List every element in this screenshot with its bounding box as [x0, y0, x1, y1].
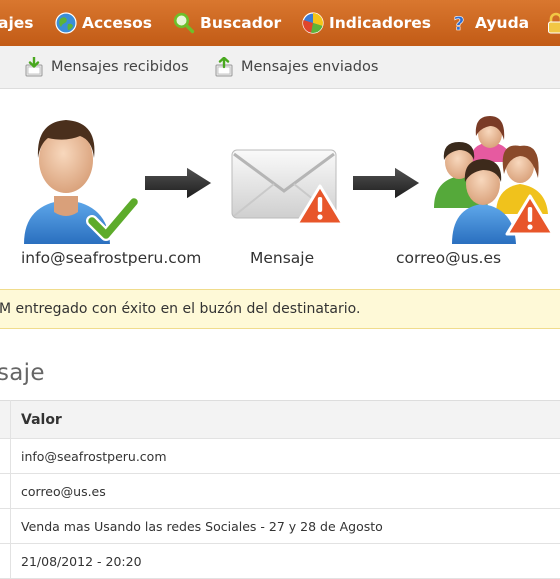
table-cell	[0, 439, 11, 474]
tab-label: Mensajes recibidos	[51, 59, 189, 75]
recipient-address: correo@us.es	[396, 249, 501, 267]
arrow-right-icon	[352, 166, 421, 200]
table-row: info@seafrostperu.com	[0, 439, 560, 474]
globe-icon	[55, 12, 77, 34]
nav-item-label: Ayuda	[475, 14, 529, 32]
outbox-upload-icon	[214, 57, 234, 77]
table-cell-value: correo@us.es	[11, 474, 560, 509]
svg-text:?: ?	[453, 13, 464, 34]
nav-item-buscador[interactable]: Buscador	[173, 0, 281, 46]
lock-icon	[545, 12, 560, 34]
table-cell	[0, 474, 11, 509]
table-cell	[0, 544, 11, 579]
message-label: Mensaje	[250, 249, 314, 267]
sub-navigation: Mensajes recibidos Mensajes enviados	[0, 46, 560, 89]
table-header-valor: Valor	[11, 401, 560, 439]
inbox-download-icon	[24, 57, 44, 77]
nav-item-indicadores[interactable]: Indicadores	[302, 0, 431, 46]
nav-item-label: Buscador	[200, 14, 281, 32]
pie-chart-icon	[302, 12, 324, 34]
table-cell	[0, 509, 11, 544]
tab-mensajes-recibidos[interactable]: Mensajes recibidos	[24, 46, 189, 88]
table-cell-value: info@seafrostperu.com	[11, 439, 560, 474]
tab-label: Mensajes enviados	[241, 59, 378, 75]
table-cell-value: 21/08/2012 - 20:20	[11, 544, 560, 579]
nav-item-ayuda[interactable]: ? Ayuda	[448, 0, 529, 46]
table-row: Venda mas Usando las redes Sociales - 27…	[0, 509, 560, 544]
status-text: M entregado con éxito en el buzón del de…	[0, 301, 360, 317]
nav-item-label: ajes	[0, 14, 34, 32]
top-navigation: ajes Accesos Buscador Indicadores ? Ayud…	[0, 0, 560, 46]
section-title: saje	[0, 360, 45, 386]
nav-item-label: Accesos	[82, 14, 152, 32]
table-row: correo@us.es	[0, 474, 560, 509]
message-details-table: Valor info@seafrostperu.com correo@us.es…	[0, 400, 560, 579]
nav-item-mensajes[interactable]: ajes	[0, 0, 34, 46]
table-header-row: Valor	[0, 401, 560, 439]
nav-item-accesos[interactable]: Accesos	[55, 0, 152, 46]
message-flow-diagram	[0, 96, 560, 246]
nav-item-label: Indicadores	[329, 14, 431, 32]
arrow-right-icon	[144, 166, 213, 200]
table-header-cell	[0, 401, 11, 439]
nav-item-lock[interactable]	[545, 0, 560, 46]
delivery-status-banner: M entregado con éxito en el buzón del de…	[0, 289, 560, 329]
help-icon: ?	[448, 12, 470, 34]
sender-address: info@seafrostperu.com	[21, 249, 201, 267]
magnifier-icon	[173, 12, 195, 34]
tab-mensajes-enviados[interactable]: Mensajes enviados	[214, 46, 378, 88]
table-row: 21/08/2012 - 20:20	[0, 544, 560, 579]
table-cell-value: Venda mas Usando las redes Sociales - 27…	[11, 509, 560, 544]
